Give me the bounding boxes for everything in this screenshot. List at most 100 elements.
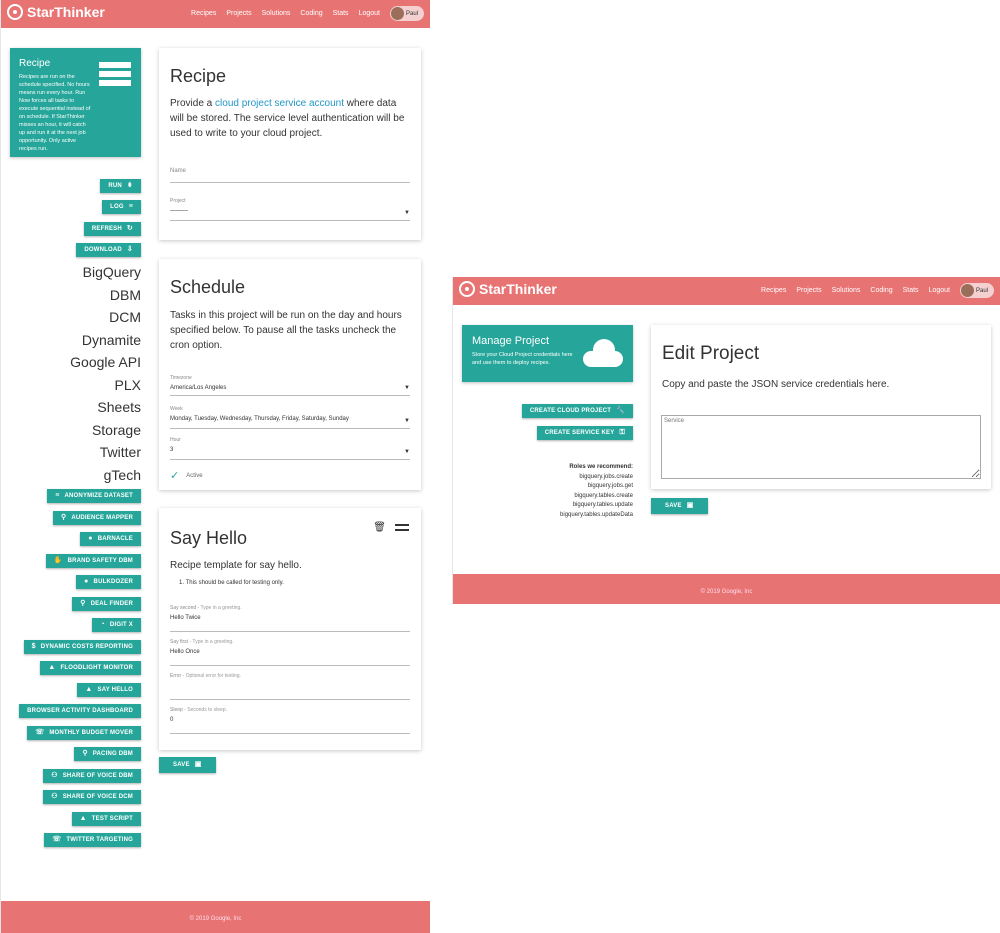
save-icon: ▣ (686, 502, 694, 509)
recipe-page-screenshot: StarThinker Recipes Projects Solutions C… (0, 0, 430, 933)
role-item: bigquery.tables.updateData (560, 511, 633, 518)
recipe-card-lead: Provide a cloud project service account … (170, 98, 405, 139)
say-hello-title: Say Hello (170, 528, 248, 548)
task-twitter-targeting-button[interactable]: ☏ TWITTER TARGETING (44, 833, 141, 847)
sidebar-section-sheets[interactable]: Sheets (97, 399, 141, 415)
user-name: Paul (975, 287, 988, 294)
task-icon: ✋ (53, 556, 63, 564)
task-anonymize-dataset-button[interactable]: ≡ ANONYMIZE DATASET (47, 489, 141, 503)
nav-logout[interactable]: Logout (359, 10, 380, 17)
say-hello-field[interactable]: Sleep - Seconds to sleep. 0 (170, 707, 410, 734)
roles-title: Roles we recommend: (569, 464, 633, 470)
name-input[interactable]: Name (170, 168, 410, 183)
create-cloud-project-button[interactable]: CREATE CLOUD PROJECT 🔧 (521, 404, 633, 418)
task-deal-finder-button[interactable]: ⚲ DEAL FINDER (72, 596, 141, 611)
edit-project-card: Edit Project Copy and paste the JSON ser… (651, 325, 991, 489)
dropdown-caret-icon: ▼ (404, 449, 410, 455)
task-monthly-budget-mover-button[interactable]: ☏ MONTHLY BUDGET MOVER (27, 725, 141, 740)
nav-stats[interactable]: Stats (333, 10, 349, 17)
task-bulkdozer-button[interactable]: ● BULKDOZER (76, 575, 141, 589)
say-hello-lead: Recipe template for say hello. (170, 560, 302, 571)
nav-projects[interactable]: Projects (226, 10, 251, 17)
dropdown-caret-icon: ▼ (404, 418, 410, 424)
week-select[interactable]: Week Monday, Tuesday, Wednesday, Thursda… (170, 406, 410, 429)
task-audience-mapper-button[interactable]: ⚲ AUDIENCE MAPPER (52, 510, 141, 525)
role-item: bigquery.jobs.create (579, 473, 633, 480)
sidebar-section-bigquery[interactable]: BigQuery (83, 264, 141, 280)
nav-coding[interactable]: Coding (300, 10, 322, 17)
create-service-key-button[interactable]: CREATE SERVICE KEY ⚿ (536, 426, 633, 440)
task-digit-x-button[interactable]: ◔ DIGIT X (92, 618, 141, 632)
save-project-button[interactable]: SAVE ▣ (651, 498, 708, 514)
nav-recipes[interactable]: Recipes (191, 10, 216, 17)
sidebar-section-dynamite[interactable]: Dynamite (82, 332, 141, 348)
task-brand-safety-dbm-button[interactable]: ✋ BRAND SAFETY DBM (45, 553, 141, 568)
checkmark-icon: ✓ (170, 470, 180, 482)
sidebar-section-dcm[interactable]: DCM (109, 309, 141, 325)
task-icon: ⚲ (80, 599, 86, 607)
log-button[interactable]: LOG ≡ (102, 200, 141, 214)
task-icon: ▲ (85, 685, 93, 693)
edit-project-title: Edit Project (662, 343, 760, 364)
service-credentials-textarea[interactable] (661, 415, 981, 479)
service-account-link[interactable]: cloud project service account (215, 98, 344, 109)
task-label: MONTHLY BUDGET MOVER (49, 729, 133, 736)
nav-coding[interactable]: Coding (870, 287, 892, 294)
user-chip[interactable]: Paul (959, 283, 994, 298)
task-floodlight-monitor-button[interactable]: ▲ FLOODLIGHT MONITOR (40, 661, 141, 675)
project-sidebar: CREATE CLOUD PROJECT 🔧 CREATE SERVICE KEY… (453, 277, 633, 577)
project-page-screenshot: StarThinker Recipes Projects Solutions C… (452, 277, 1000, 604)
sidebar-section-google-api[interactable]: Google API (70, 354, 141, 370)
task-say-hello-button[interactable]: ▲ SAY HELLO (77, 682, 141, 697)
say-hello-step: 1. This should be called for testing onl… (179, 580, 284, 586)
task-icon: ◔ (100, 621, 105, 628)
task-label: BARNACLE (97, 536, 133, 542)
task-browser-activity-dashboard-button[interactable]: BROWSER ACTIVITY DASHBOARD (19, 704, 141, 718)
nav-stats[interactable]: Stats (903, 287, 919, 294)
task-pacing-dbm-button[interactable]: ⚲ PACING DBM (74, 747, 141, 761)
nav-logout[interactable]: Logout (929, 287, 950, 294)
task-test-script-button[interactable]: ▲ TEST SCRIPT (71, 811, 141, 826)
task-icon: ● (84, 578, 89, 585)
say-hello-field[interactable]: Say first - Type in a greeting. Hello Onc… (170, 639, 410, 666)
task-dynamic-costs-reporting-button[interactable]: $ DYNAMIC COSTS REPORTING (23, 639, 141, 654)
user-chip[interactable]: Paul (389, 6, 424, 21)
nav-solutions[interactable]: Solutions (832, 287, 861, 294)
dropdown-caret-icon: ▼ (404, 385, 410, 391)
sidebar: RUN ⇟ LOG ≡ REFRESH ↻ DOWNLOAD ⇩ BigQuery DBM… (1, 0, 141, 933)
run-button[interactable]: RUN ⇟ (100, 179, 141, 193)
hour-select[interactable]: Hour 3 ▼ (170, 437, 410, 460)
timezone-select[interactable]: Timezone America/Los Angeles ▼ (170, 375, 410, 396)
sidebar-section-twitter[interactable]: Twitter (100, 444, 141, 460)
task-label: PACING DBM (92, 751, 133, 757)
key-icon: ⚿ (619, 429, 625, 436)
task-share-of-voice-dcm-button[interactable]: ⚇ SHARE OF VOICE DCM (43, 790, 141, 804)
sidebar-section-gtech[interactable]: gTech (104, 467, 141, 483)
sidebar-section-plx[interactable]: PLX (115, 377, 141, 393)
nav-recipes[interactable]: Recipes (761, 287, 786, 294)
role-item: bigquery.jobs.get (587, 483, 633, 489)
refresh-button[interactable]: REFRESH ↻ (83, 222, 141, 236)
active-checkbox[interactable]: ✓ Active (170, 469, 203, 482)
say-hello-field[interactable]: Say second - Type in a greeting. Hello Tw… (170, 605, 410, 632)
task-barnacle-button[interactable]: ● BARNACLE (80, 532, 141, 546)
download-button[interactable]: DOWNLOAD ⇩ (76, 243, 141, 257)
project-select[interactable]: Project ——— ▼ (170, 198, 410, 221)
say-hello-field[interactable]: Error - Optional error for testing. (170, 673, 410, 700)
sidebar-section-dbm[interactable]: DBM (110, 287, 141, 303)
nav-solutions[interactable]: Solutions (262, 10, 291, 17)
footer: © 2019 Google, Inc (453, 574, 1000, 604)
wrench-icon: 🔧 (616, 407, 625, 414)
roles-list: Roles we recommend: bigquery.jobs.create… (560, 463, 633, 520)
nav-menu: Recipes Projects Solutions Coding Stats … (761, 283, 994, 298)
task-label: SHARE OF VOICE DBM (62, 772, 133, 779)
save-recipe-button[interactable]: SAVE ▣ (159, 757, 216, 773)
nav-projects[interactable]: Projects (796, 287, 821, 294)
task-share-of-voice-dbm-button[interactable]: ⚇ SHARE OF VOICE DBM (43, 768, 141, 783)
refresh-icon: ↻ (126, 225, 133, 232)
task-icon: ≡ (55, 492, 60, 499)
task-label: DIGIT X (109, 622, 133, 628)
sidebar-section-storage[interactable]: Storage (92, 422, 141, 438)
drag-handle-icon[interactable] (395, 524, 409, 531)
delete-icon[interactable]: 🗑 (373, 522, 386, 533)
